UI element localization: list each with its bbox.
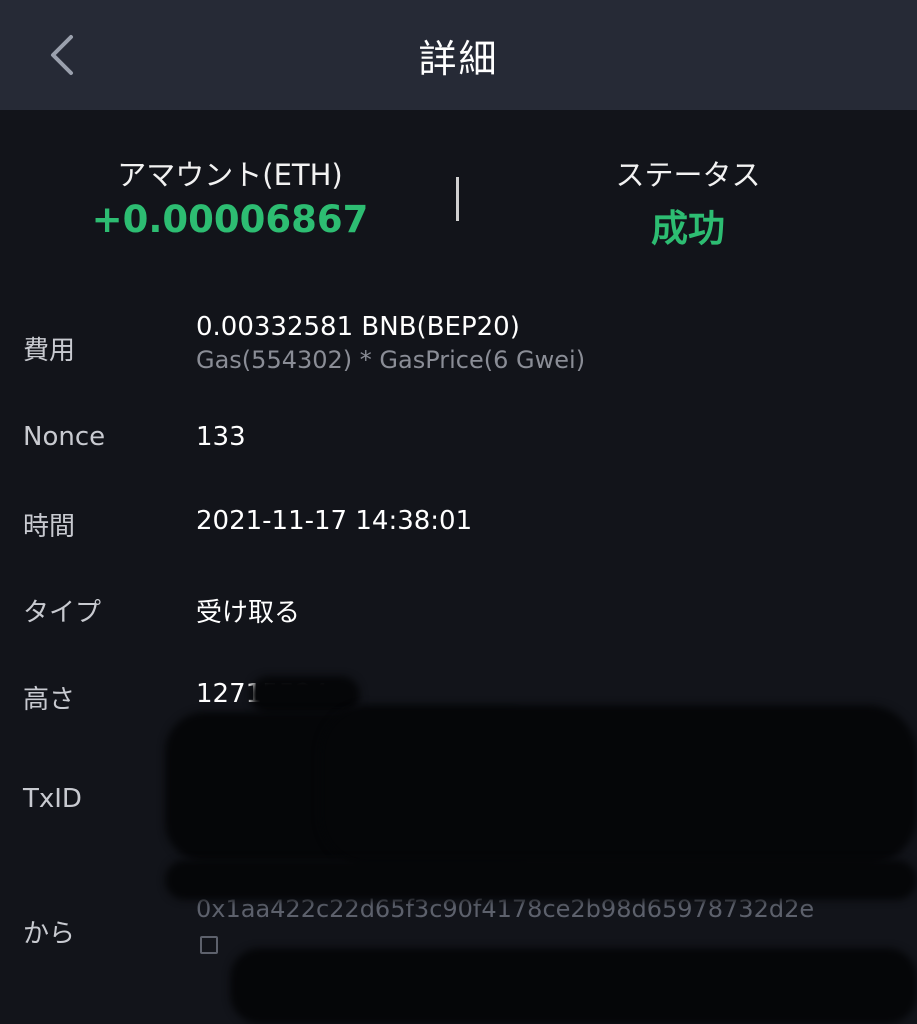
status-label: ステータス [615,158,761,192]
transaction-summary: アマウント(ETH) +0.00006867 ステータス 成功 [0,110,917,280]
redaction-mark [320,705,917,865]
redaction-mark [165,860,917,900]
page-title: 詳細 [418,37,499,81]
fee-detail: Gas(554302) * GasPrice(6 Gwei) [196,346,586,374]
nonce-value: 133 [196,422,246,452]
redaction-mark [230,948,917,1024]
status-block: ステータス 成功 [498,152,878,252]
time-value: 2021-11-17 14:38:01 [196,506,473,536]
time-label: 時間 [23,512,76,542]
redaction-mark [250,676,360,714]
amount-block: アマウント(ETH) +0.00006867 [40,152,420,241]
from-copy [196,929,218,959]
status-value: 成功 [651,207,725,250]
txid-label: TxID [23,784,82,814]
top-bar: 詳細 [0,0,917,110]
nonce-label: Nonce [23,422,106,452]
type-label: タイプ [23,598,102,628]
type-value: 受け取る [196,598,301,628]
from-label: から [23,919,76,949]
height-label: 高さ [23,685,76,715]
fee-value: 0.00332581 BNB(BEP20) [196,312,520,342]
fee-label: 費用 [23,336,76,366]
amount-value: +0.00006867 [91,198,369,241]
copy-icon[interactable] [200,935,218,954]
summary-divider [456,177,459,221]
amount-label: アマウント(ETH) [117,158,343,192]
